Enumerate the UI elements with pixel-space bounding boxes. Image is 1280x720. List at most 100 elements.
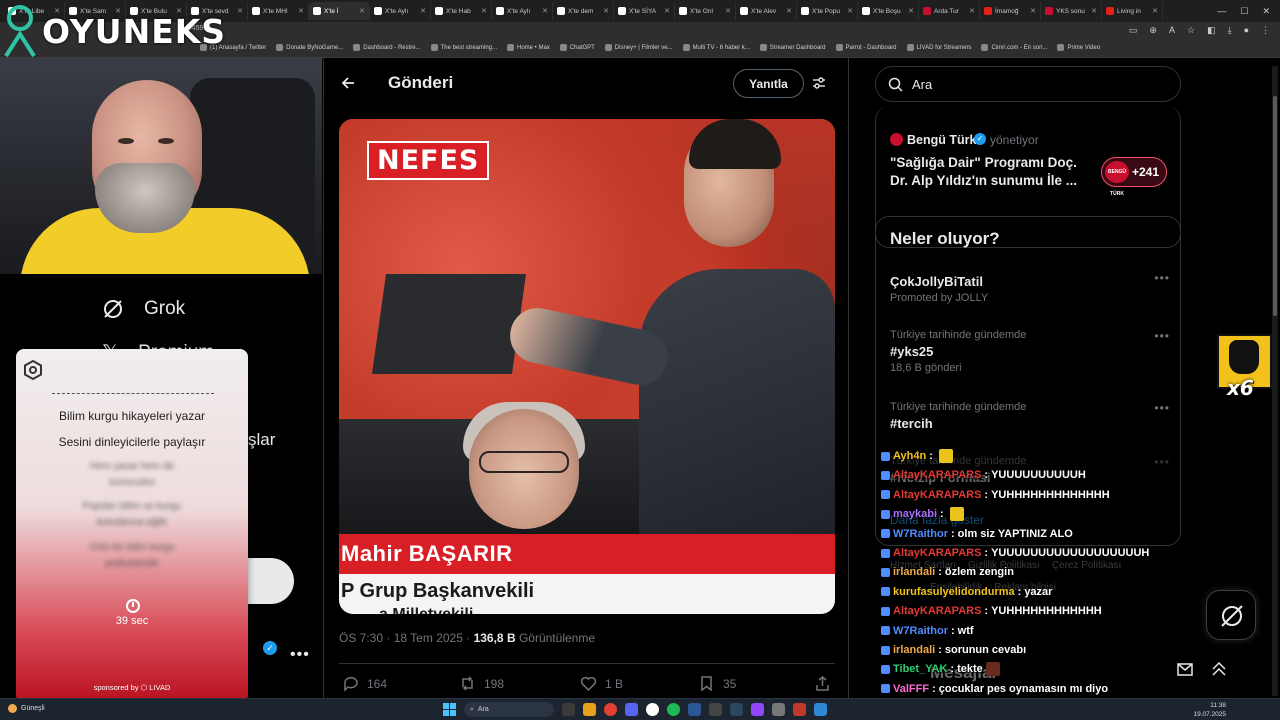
file-explorer-icon[interactable] bbox=[583, 703, 596, 716]
tab-close-icon[interactable]: ✕ bbox=[725, 7, 731, 15]
browser-tab[interactable]: X'te İ ✕ bbox=[309, 2, 370, 20]
more-icon[interactable]: ••• bbox=[1154, 271, 1170, 285]
discord-icon[interactable] bbox=[625, 703, 638, 716]
translate-icon[interactable]: A bbox=[1169, 25, 1175, 36]
tab-close-icon[interactable]: ✕ bbox=[664, 7, 670, 15]
trend-item[interactable]: ÇokJollyBiTatil Promoted by JOLLY ••• bbox=[890, 271, 1170, 304]
spotify-icon[interactable] bbox=[667, 703, 680, 716]
tab-close-icon[interactable]: ✕ bbox=[542, 7, 548, 15]
chat-username[interactable]: Tibet_YAK bbox=[893, 663, 947, 675]
download-icon[interactable]: ⤓ bbox=[1228, 25, 1232, 36]
browser-tab[interactable]: X'te Onl ✕ bbox=[675, 2, 736, 20]
bookmark-item[interactable]: LIVAD for Streamers bbox=[906, 44, 971, 51]
tab-close-icon[interactable]: ✕ bbox=[420, 7, 426, 15]
browser-tab[interactable]: Living in ✕ bbox=[1102, 2, 1163, 20]
bookmark-item[interactable]: Disney+ | Filmler ve... bbox=[604, 44, 673, 51]
app-icon[interactable] bbox=[814, 703, 827, 716]
browser-tab[interactable]: İmamoğ ✕ bbox=[980, 2, 1041, 20]
steam-icon[interactable] bbox=[730, 703, 743, 716]
tab-close-icon[interactable]: ✕ bbox=[1152, 7, 1158, 15]
chat-username[interactable]: irlandali bbox=[893, 644, 935, 656]
browser-tab[interactable]: Arda Tur ✕ bbox=[919, 2, 980, 20]
more-icon[interactable]: ••• bbox=[1154, 401, 1170, 415]
app-icon[interactable] bbox=[646, 703, 659, 716]
profile-icon[interactable]: ● bbox=[1244, 25, 1249, 36]
browser-tab[interactable]: X'te SİYA ✕ bbox=[614, 2, 675, 20]
more-icon[interactable]: ••• bbox=[290, 646, 310, 664]
bookmark-item[interactable]: ChatGPT bbox=[559, 44, 595, 51]
app-icon[interactable] bbox=[709, 703, 722, 716]
browser-tab[interactable]: X'te Aylı ✕ bbox=[492, 2, 553, 20]
trend-item[interactable]: Türkiye tarihinde gündemde #tercih ••• bbox=[890, 401, 1170, 431]
share-action[interactable] bbox=[814, 675, 831, 692]
extensions-icon[interactable]: ◧ bbox=[1207, 25, 1216, 36]
chat-username[interactable]: AltayKARAPARS bbox=[893, 469, 981, 481]
nav-item-grok[interactable]: Grok bbox=[102, 298, 185, 320]
app-icon[interactable] bbox=[562, 703, 575, 716]
tab-close-icon[interactable]: ✕ bbox=[908, 7, 914, 15]
chat-username[interactable]: irlandali bbox=[893, 566, 935, 578]
tab-close-icon[interactable]: ✕ bbox=[1030, 7, 1036, 15]
chat-username[interactable]: maykabi bbox=[893, 508, 937, 520]
bookmark-item[interactable]: Cimri.com - En son... bbox=[981, 44, 1047, 51]
tab-close-icon[interactable]: ✕ bbox=[847, 7, 853, 15]
bookmark-action[interactable]: 35 bbox=[698, 675, 736, 692]
bookmark-item[interactable]: Prime Video bbox=[1057, 44, 1100, 51]
search-box[interactable]: Ara bbox=[875, 66, 1181, 102]
grok-button[interactable] bbox=[1206, 590, 1256, 640]
trend-item[interactable]: Türkiye tarihinde gündemde #yks25 18,6 B… bbox=[890, 329, 1170, 374]
post-time[interactable]: ÖS 7:30 bbox=[339, 631, 383, 645]
live-badge[interactable]: BENGÜ TÜRK +241 bbox=[1101, 157, 1167, 197]
tab-close-icon[interactable]: ✕ bbox=[237, 7, 243, 15]
browser-tab[interactable]: X'te MHI ✕ bbox=[248, 2, 309, 20]
browser-tab[interactable]: YKS sonu ✕ bbox=[1041, 2, 1102, 20]
reply-action[interactable]: 164 bbox=[342, 675, 387, 692]
bookmark-item[interactable]: Streamer Dashboard bbox=[759, 44, 826, 51]
tab-close-icon[interactable]: ✕ bbox=[359, 7, 365, 15]
cast-icon[interactable]: ▭ bbox=[1129, 25, 1138, 36]
close-window-icon[interactable]: ✕ bbox=[1262, 6, 1270, 17]
chevron-up-icon[interactable] bbox=[1210, 660, 1228, 678]
chat-username[interactable]: AltayKARAPARS bbox=[893, 489, 981, 501]
browser-tab[interactable]: X'te Boşu ✕ bbox=[858, 2, 919, 20]
app-icon[interactable] bbox=[688, 703, 701, 716]
scrollbar-thumb[interactable] bbox=[1273, 96, 1277, 316]
search-input[interactable]: Ara bbox=[912, 77, 932, 92]
chat-username[interactable]: AltayKARAPARS bbox=[893, 605, 981, 617]
bookmark-item[interactable]: Donate ByNoGame... bbox=[276, 44, 343, 51]
minimize-icon[interactable]: — bbox=[1217, 6, 1226, 16]
bookmark-item[interactable]: Dashboard - Restre... bbox=[353, 44, 421, 51]
like-action[interactable]: 1 B bbox=[580, 675, 623, 692]
app-icon[interactable] bbox=[772, 703, 785, 716]
bookmark-item[interactable]: Parrot - Dashboard bbox=[835, 44, 897, 51]
bookmark-item[interactable]: The best streaming... bbox=[430, 44, 497, 51]
maximize-icon[interactable]: ☐ bbox=[1240, 6, 1248, 17]
tab-close-icon[interactable]: ✕ bbox=[603, 7, 609, 15]
browser-tab[interactable]: X'te Popu ✕ bbox=[797, 2, 858, 20]
tune-icon[interactable] bbox=[812, 76, 826, 90]
chat-username[interactable]: ValFFF bbox=[893, 683, 929, 695]
chat-username[interactable]: W7Raithor bbox=[893, 528, 948, 540]
post-date[interactable]: 18 Tem 2025 bbox=[394, 631, 463, 645]
promoted-title[interactable]: "Sağlığa Dair" Programı Doç. Dr. Alp Yıl… bbox=[890, 154, 1090, 190]
tab-close-icon[interactable]: ✕ bbox=[786, 7, 792, 15]
browser-tab[interactable]: X'te dem ✕ bbox=[553, 2, 614, 20]
chat-username[interactable]: AltayKARAPARS bbox=[893, 547, 981, 559]
chat-username[interactable]: Ayh4n bbox=[893, 450, 926, 462]
promoted-account[interactable]: Bengü Türk bbox=[907, 133, 976, 147]
chrome-icon[interactable] bbox=[604, 703, 617, 716]
twitch-icon[interactable] bbox=[751, 703, 764, 716]
back-arrow-icon[interactable] bbox=[340, 75, 356, 91]
browser-tab[interactable]: X'te Hab ✕ bbox=[431, 2, 492, 20]
star-icon[interactable]: ☆ bbox=[1187, 25, 1195, 36]
weather-widget[interactable]: Güneşli bbox=[8, 704, 45, 713]
tab-close-icon[interactable]: ✕ bbox=[481, 7, 487, 15]
bookmark-item[interactable]: Multi TV - 6 haber k... bbox=[682, 44, 750, 51]
menu-icon[interactable]: ⋮ bbox=[1261, 25, 1270, 36]
zoom-icon[interactable]: ⊕ bbox=[1149, 25, 1157, 36]
repost-action[interactable]: 198 bbox=[459, 675, 504, 692]
tab-close-icon[interactable]: ✕ bbox=[1091, 7, 1097, 15]
post-video[interactable]: NEFES Mahir BAŞARIR P Grup Başkanvekili … bbox=[339, 119, 835, 614]
more-icon[interactable]: ••• bbox=[1154, 329, 1170, 343]
bookmark-item[interactable]: Home • Max bbox=[507, 44, 550, 51]
